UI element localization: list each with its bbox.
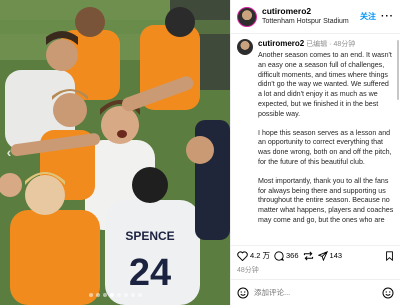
carousel-dot[interactable]	[123, 293, 128, 297]
caption-dot: ·	[329, 41, 332, 48]
caption-paragraph: Most importantly, thank you to all the f…	[258, 176, 394, 224]
heart-icon	[237, 250, 248, 261]
repost-action[interactable]	[303, 251, 314, 261]
carousel-dot[interactable]	[88, 293, 93, 297]
header-text: cutiromero2 Tottenham Hotspur Stadium	[262, 6, 356, 27]
post-side-panel: cutiromero2 Tottenham Hotspur Stadium 关注…	[230, 0, 400, 305]
carousel-prev-icon[interactable]: ‹	[2, 143, 16, 161]
caption-username[interactable]: cutiromero2	[258, 39, 304, 48]
carousel-dot[interactable]	[137, 293, 142, 297]
caption-scrollbar[interactable]	[397, 40, 399, 100]
carousel-dot[interactable]	[116, 293, 121, 297]
jersey-number: 24	[129, 252, 171, 294]
save-action[interactable]	[385, 250, 394, 261]
post-photo[interactable]: SPENCE 24 ‹	[0, 0, 230, 305]
repost-icon	[303, 251, 313, 260]
emoji-picker-icon[interactable]	[382, 287, 394, 299]
caption-paragraph: Another season comes to an end. It wasn'…	[258, 51, 392, 118]
header-username[interactable]: cutiromero2	[262, 6, 356, 17]
comment-input[interactable]	[254, 288, 382, 297]
caption-time: 48分钟	[333, 41, 356, 48]
follow-button[interactable]: 关注	[360, 11, 376, 22]
comment-action[interactable]: 366	[274, 250, 299, 261]
caption-paragraph: I hope this season serves as a lesson an…	[258, 128, 392, 166]
post-header: cutiromero2 Tottenham Hotspur Stadium 关注…	[231, 0, 400, 34]
carousel-dot[interactable]	[130, 293, 135, 297]
caption-meta: cutiromero2 已编辑 · 48分钟	[258, 39, 394, 50]
celebration-photo: SPENCE 24	[0, 0, 230, 305]
emoji-icon[interactable]	[237, 287, 249, 299]
like-count: 4.2 万	[250, 251, 271, 260]
carousel-dots	[0, 293, 230, 297]
post-date: 48分钟	[237, 267, 259, 274]
send-icon	[317, 250, 328, 261]
bookmark-icon	[386, 250, 393, 261]
comment-bar	[231, 279, 400, 305]
caption-body: cutiromero2 已编辑 · 48分钟 Another season co…	[258, 39, 394, 235]
share-count: 143	[329, 251, 343, 260]
caption-avatar[interactable]	[237, 39, 253, 55]
carousel-dot[interactable]	[102, 293, 107, 297]
avatar[interactable]	[237, 6, 257, 27]
jersey-name: SPENCE	[125, 229, 174, 243]
share-action[interactable]: 143	[317, 250, 343, 261]
caption-area: cutiromero2 已编辑 · 48分钟 Another season co…	[231, 34, 400, 245]
edited-badge: 已编辑	[306, 41, 328, 48]
action-bar: 4.2 万 366 143	[231, 245, 400, 265]
like-action[interactable]: 4.2 万	[237, 250, 270, 261]
comment-icon	[274, 250, 285, 261]
caption-block: cutiromero2 已编辑 · 48分钟 Another season co…	[237, 39, 394, 235]
comment-count: 366	[286, 251, 299, 260]
instagram-post-modal: SPENCE 24 ‹ cutiromero2 Tottenham Hotspu…	[0, 0, 400, 305]
more-options-icon[interactable]: ···	[381, 11, 394, 22]
caption-text: Another season comes to an end. It wasn'…	[258, 51, 394, 226]
location-link[interactable]: Tottenham Hotspur Stadium	[262, 17, 356, 27]
carousel-dot[interactable]	[109, 293, 114, 297]
carousel-dot[interactable]	[95, 293, 100, 297]
